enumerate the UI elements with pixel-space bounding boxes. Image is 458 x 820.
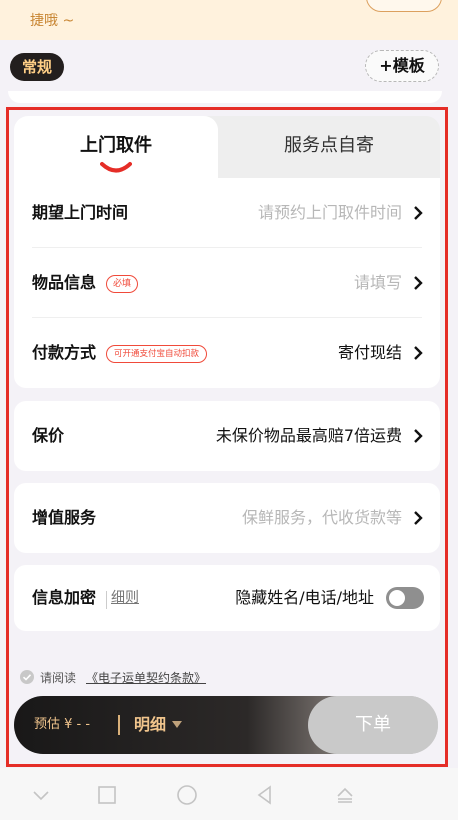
tab-active-indicator-icon xyxy=(100,162,132,173)
separator xyxy=(106,591,107,609)
chevron-right-icon xyxy=(414,429,423,443)
auto-pay-badge[interactable]: 可开通支付宝自动扣款 xyxy=(106,345,208,363)
insurance-card[interactable]: 保价 未保价物品最高赔7倍运费 xyxy=(14,401,440,471)
chevron-right-icon xyxy=(414,206,423,220)
nav-circle-icon[interactable] xyxy=(176,784,198,806)
required-badge: 必填 xyxy=(106,275,139,293)
caret-down-icon xyxy=(172,721,182,728)
pickup-time-row[interactable]: 期望上门时间 请预约上门取件时间 xyxy=(14,178,440,248)
system-nav-bar xyxy=(0,768,458,820)
collapsed-card-edge xyxy=(8,91,442,103)
shipping-form-card: 期望上门时间 请预约上门取件时间 物品信息 必填 请填写 付款方式 可开通支付宝… xyxy=(14,178,440,388)
value-added-card[interactable]: 增值服务 保鲜服务，代收货款等 xyxy=(14,483,440,553)
item-info-row[interactable]: 物品信息 必填 请填写 xyxy=(14,248,440,318)
nav-keyboard-icon[interactable] xyxy=(334,784,356,806)
check-circle-icon[interactable] xyxy=(20,670,34,684)
payment-label: 付款方式 xyxy=(32,343,97,362)
tab-self-drop-label: 服务点自寄 xyxy=(284,135,374,156)
banner-button[interactable] xyxy=(366,0,442,12)
insurance-label: 保价 xyxy=(32,426,65,445)
general-tag[interactable]: 常规 xyxy=(10,53,64,81)
chevron-right-icon xyxy=(414,346,423,360)
detail-button[interactable]: 明细 xyxy=(134,696,166,754)
encryption-label: 信息加密 xyxy=(32,588,97,607)
nav-home-icon[interactable] xyxy=(96,784,118,806)
agreement-prefix: 请阅读 xyxy=(40,671,77,685)
pickup-time-value: 请预约上门取件时间 xyxy=(257,203,402,222)
rules-link[interactable]: 细则 xyxy=(111,565,139,631)
item-info-value: 请填写 xyxy=(353,273,402,292)
chevron-right-icon xyxy=(414,276,423,290)
value-added-label: 增值服务 xyxy=(32,508,97,527)
separator xyxy=(118,715,120,735)
tab-self-drop[interactable]: 服务点自寄 xyxy=(218,116,440,178)
insurance-value: 未保价物品最高赔7倍运费 xyxy=(215,426,402,445)
tab-door-pickup-label: 上门取件 xyxy=(80,135,152,156)
top-banner: 捷哦 ~ xyxy=(0,0,458,40)
agreement-link[interactable]: 《电子运单契约条款》 xyxy=(86,669,206,686)
toggle-knob xyxy=(389,590,405,606)
encryption-card: 信息加密 细则 隐藏姓名/电话/地址 xyxy=(14,565,440,631)
encryption-value: 隐藏姓名/电话/地址 xyxy=(235,588,374,607)
tab-bar: 上门取件 服务点自寄 xyxy=(14,116,440,178)
template-button[interactable]: +模板 xyxy=(365,50,439,82)
plus-icon: + xyxy=(379,56,393,75)
tab-door-pickup[interactable]: 上门取件 xyxy=(14,116,218,178)
payment-value: 寄付现结 xyxy=(337,343,402,362)
payment-row[interactable]: 付款方式 可开通支付宝自动扣款 寄付现结 xyxy=(14,318,440,388)
chevron-right-icon xyxy=(414,511,423,525)
nav-down-icon[interactable] xyxy=(30,784,52,806)
submit-order-button[interactable]: 下单 xyxy=(308,696,438,754)
value-added-value: 保鲜服务，代收货款等 xyxy=(241,508,402,527)
banner-text: 捷哦 ~ xyxy=(30,13,75,29)
price-estimate: 预估 ¥ - - xyxy=(34,717,91,732)
encryption-toggle[interactable] xyxy=(386,587,424,609)
nav-back-icon[interactable] xyxy=(254,784,276,806)
item-info-label: 物品信息 xyxy=(32,273,97,292)
pickup-time-label: 期望上门时间 xyxy=(32,203,129,222)
template-button-label: 模板 xyxy=(392,56,425,75)
bottom-action-bar: 预估 ¥ - - 明细 下单 xyxy=(14,696,438,754)
